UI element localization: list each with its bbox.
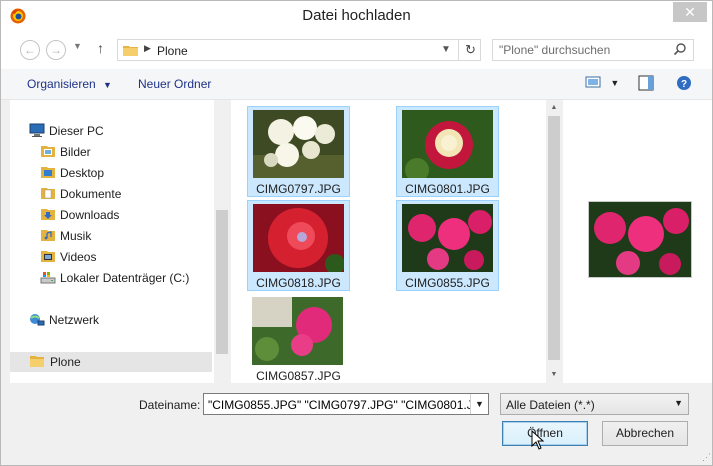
file-item[interactable]: CIMG0855.JPG [396,200,499,291]
tree-item-label: Lokaler Datenträger (C:) [60,271,190,285]
new-folder-button[interactable]: Neuer Ordner [138,77,211,91]
videos-folder-icon [41,251,55,262]
tree-item-label: Bilder [60,145,91,159]
address-bar[interactable]: ▶ Plone ▼ ↻ [117,39,481,61]
scroll-up-icon[interactable]: ▲ [546,100,562,116]
folder-icon [123,46,138,56]
file-list-scrollbar[interactable]: ▲ ▼ [546,100,562,383]
file-list: CIMG0797.JPG CIMG0801.JPG CIMG0818.JPG C… [231,100,546,383]
computer-icon [29,123,45,137]
file-name: CIMG0818.JPG [256,276,341,290]
music-folder-icon [41,230,55,241]
tree-item-label: Musik [60,229,92,243]
file-name: CIMG0857.JPG [256,369,341,383]
file-thumbnail [253,204,344,272]
navigation-pane: Dieser PC Bilder Desktop Dokumente Downl… [10,100,215,383]
organize-menu[interactable]: Organisieren ▼ [27,77,112,91]
window-title: Datei hochladen [302,7,411,24]
file-thumbnail [253,110,344,178]
forward-button[interactable]: → [46,40,66,60]
tree-item-label: Videos [60,250,97,264]
downloads-folder-icon [41,209,55,220]
tree-item-label: Dokumente [60,187,122,201]
preview-pane-icon [638,75,654,91]
drive-icon [40,272,56,284]
file-name: CIMG0855.JPG [405,276,490,290]
network-icon [30,314,45,326]
filename-label: Dateiname: [139,398,201,412]
open-button[interactable]: Öffnen [502,421,588,446]
file-thumbnail [402,204,493,272]
arrow-right-icon: → [50,43,62,57]
scroll-down-icon[interactable]: ▼ [546,367,562,383]
chevron-down-icon: ▼ [610,78,620,88]
filename-combobox[interactable]: ▼ [203,393,489,415]
cancel-button[interactable]: Abbrechen [602,421,688,446]
scrollbar-thumb[interactable] [548,116,560,360]
preview-pane-button[interactable] [638,75,654,94]
filetype-value: Alle Dateien (*.*) [506,398,595,412]
close-icon: ✕ [684,4,696,20]
close-button[interactable]: ✕ [673,2,707,22]
file-thumbnail [402,110,493,178]
preview-image [588,201,692,278]
breadcrumb-separator-icon: ▶ [144,43,151,53]
chevron-down-icon[interactable]: ▼ [470,394,488,414]
desktop-folder-icon [41,167,55,178]
arrow-left-icon: ← [24,43,36,57]
search-box[interactable] [492,39,694,61]
scrollbar-thumb[interactable] [216,210,228,354]
documents-folder-icon [41,188,55,199]
resize-grip-icon[interactable]: ⋰ [702,452,711,463]
file-item[interactable]: CIMG0797.JPG [247,106,350,197]
dialog-footer: Dateiname: ▼ Alle Dateien (*.*) ▼ Öffnen… [1,384,712,465]
cancel-label: Abbrechen [615,426,675,440]
view-icon [585,76,601,88]
filetype-select[interactable]: Alle Dateien (*.*) ▼ [500,393,689,415]
tree-item-label: Plone [50,355,81,369]
file-name: CIMG0797.JPG [256,182,341,196]
file-item[interactable]: CIMG0818.JPG [247,200,350,291]
navigation-bar: ← → ▼ ↑ ▶ Plone ▼ ↻ [1,32,712,69]
svg-text:?: ? [681,79,687,90]
title-bar: Datei hochladen ✕ [1,1,712,32]
pictures-folder-icon [41,146,55,157]
search-icon [673,43,686,56]
folder-icon [30,356,44,367]
file-upload-dialog: Datei hochladen ✕ ← → ▼ ↑ ▶ Plone ▼ ↻ "P… [0,0,713,466]
chevron-down-icon: ▼ [73,41,82,51]
help-button[interactable]: ? [676,75,692,94]
navigation-scrollbar[interactable] [214,100,230,383]
refresh-icon: ↻ [465,42,476,57]
refresh-button[interactable]: ↻ [458,40,482,60]
search-input[interactable] [499,42,669,58]
chevron-down-icon: ▼ [674,398,683,408]
filename-input[interactable] [208,397,470,412]
address-dropdown-icon[interactable]: ▼ [441,44,451,55]
command-bar: Organisieren ▼ Neuer Ordner ▼ ? [1,69,712,100]
up-button[interactable]: ↑ [97,40,104,56]
chevron-down-icon: ▼ [103,80,112,90]
file-thumbnail [252,297,343,365]
recent-locations-button[interactable]: ▼ [73,41,82,51]
file-name: CIMG0801.JPG [405,182,490,196]
file-item[interactable]: CIMG0801.JPG [396,106,499,197]
new-folder-label: Neuer Ordner [138,77,212,91]
mouse-cursor-icon [531,430,545,450]
organize-label: Organisieren [27,77,96,91]
view-options-button[interactable]: ▼ [585,75,619,92]
help-icon: ? [677,76,691,90]
file-item[interactable]: CIMG0857.JPG [247,294,350,385]
tree-item-plone[interactable]: Plone [10,352,212,372]
preview-pane [563,100,712,383]
back-button[interactable]: ← [20,40,40,60]
arrow-up-icon: ↑ [97,40,104,56]
tree-item-label: Downloads [60,208,120,222]
tree-item-label: Desktop [60,166,105,180]
tree-item-label: Netzwerk [49,313,100,327]
address-path[interactable]: Plone [157,44,188,58]
tree-item-label: Dieser PC [49,124,104,138]
